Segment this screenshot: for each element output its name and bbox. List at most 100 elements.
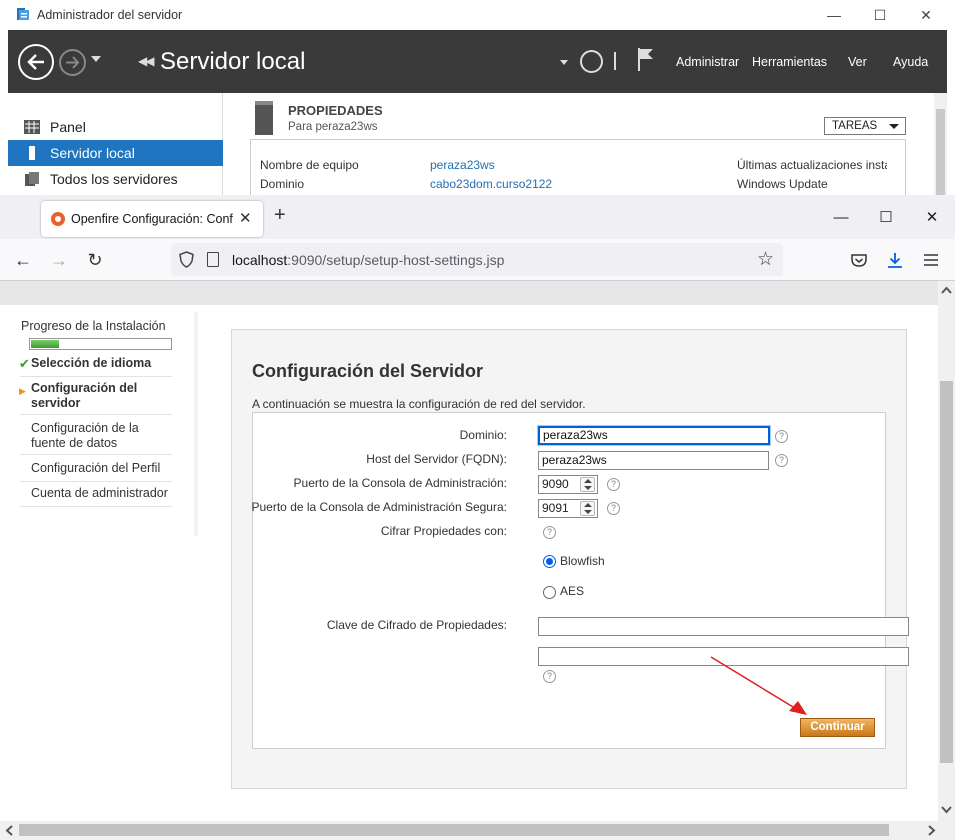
servers-icon [25, 172, 39, 186]
step-fuente-datos[interactable]: Configuración de la fuente de datos [20, 421, 172, 455]
blowfish-label[interactable]: Blowfish [560, 554, 605, 568]
setup-sidebar: Progreso de la Instalación ✔ Selección d… [0, 312, 198, 536]
server-icon [29, 146, 35, 160]
menu-administrar[interactable]: Administrar [676, 55, 739, 69]
spinner-arrows-icon[interactable] [580, 501, 595, 516]
server-manager-icon [17, 8, 29, 20]
back-arrow-icon[interactable] [18, 44, 54, 80]
install-progress-fill [31, 340, 59, 348]
menu-ver[interactable]: Ver [848, 55, 867, 69]
menu-ayuda[interactable]: Ayuda [893, 55, 928, 69]
help-icon[interactable]: ? [543, 526, 556, 539]
host-label: Host del Servidor (FQDN): [366, 452, 507, 466]
forward-icon[interactable]: → [47, 248, 71, 272]
help-icon[interactable]: ? [607, 502, 620, 515]
pocket-icon[interactable] [847, 248, 871, 272]
property-key: Nombre de equipo [260, 158, 359, 172]
sidebar-item-label: Servidor local [50, 145, 135, 161]
notifications-flag-icon[interactable] [636, 46, 656, 72]
install-progress-bar [29, 338, 172, 350]
page-horizontal-scrollbar[interactable] [0, 821, 955, 840]
scroll-up-arrow-icon[interactable] [941, 286, 952, 294]
properties-scrollbar-thumb[interactable] [936, 109, 945, 200]
openfire-favicon-icon [51, 212, 65, 226]
horizontal-scrollbar-thumb[interactable] [19, 824, 889, 836]
url-text[interactable]: localhost:9090/setup/setup-host-settings… [232, 252, 504, 268]
tasks-dropdown[interactable]: TAREAS [824, 117, 906, 135]
sidebar-item-todos-servidores[interactable]: Todos los servidores [8, 166, 223, 192]
browser-close-button[interactable]: ✕ [909, 203, 955, 231]
step-configuracion-servidor[interactable]: ▶ Configuración del servidor [19, 381, 172, 415]
hamburger-menu-icon[interactable] [919, 248, 943, 272]
sidebar-item-panel[interactable]: Panel [8, 114, 223, 140]
server-manager-sidebar: Panel Servidor local Todos los servidore… [8, 93, 223, 200]
server-manager-titlebar: Administrador del servidor — ☐ ✕ [0, 0, 955, 30]
new-tab-plus-icon[interactable]: + [274, 204, 286, 227]
reload-icon[interactable]: ↻ [83, 248, 107, 272]
step-configuracion-perfil[interactable]: Configuración del Perfil [20, 461, 172, 482]
aes-label[interactable]: AES [560, 584, 584, 598]
url-bar[interactable]: localhost:9090/setup/setup-host-settings… [171, 243, 783, 276]
help-icon[interactable]: ? [543, 670, 556, 683]
aes-radio[interactable] [543, 586, 556, 599]
step-cuenta-administrador[interactable]: Cuenta de administrador [20, 486, 172, 507]
progress-label: Progreso de la Instalación [21, 319, 166, 333]
scroll-right-arrow-icon[interactable] [928, 825, 936, 836]
secure-port-stepper[interactable]: 9091 [538, 499, 598, 518]
annotation-arrow-icon [710, 656, 807, 715]
page-header-strip [0, 281, 938, 305]
admin-port-value: 9090 [542, 477, 569, 491]
back-icon[interactable]: ← [11, 248, 35, 272]
page-info-icon[interactable] [207, 252, 219, 267]
properties-section: PROPIEDADES Para peraza23ws TAREAS Nombr… [224, 93, 947, 200]
spinner-arrows-icon[interactable] [580, 477, 595, 492]
help-icon[interactable]: ? [775, 430, 788, 443]
step-seleccion-idioma[interactable]: ✔ Selección de idioma [19, 356, 172, 377]
computer-name-link[interactable]: peraza23ws [430, 158, 495, 172]
properties-title: PROPIEDADES [288, 103, 383, 118]
close-button[interactable]: ✕ [903, 0, 949, 30]
maximize-button[interactable]: ☐ [857, 0, 903, 30]
dropdown-icon[interactable] [560, 60, 568, 65]
downloads-icon[interactable] [883, 248, 907, 272]
step-label: Configuración del servidor [31, 381, 138, 410]
domain-input[interactable]: peraza23ws [538, 426, 770, 445]
refresh-icon[interactable] [580, 50, 603, 73]
blowfish-radio[interactable] [543, 555, 556, 568]
domain-link[interactable]: cabo23dom.curso2122 [430, 177, 552, 191]
help-icon[interactable]: ? [607, 478, 620, 491]
encryption-key-input[interactable] [538, 617, 909, 636]
browser-minimize-button[interactable]: — [818, 203, 864, 231]
server-manager-title: Administrador del servidor [37, 8, 183, 22]
forward-arrow-icon[interactable] [59, 49, 86, 76]
tab-bar: Openfire Configuración: Confi ✕ + — ☐ ✕ [0, 195, 955, 239]
tab-close-icon[interactable]: ✕ [239, 209, 252, 227]
server-settings-form: Dominio: peraza23ws ? Host del Servidor … [251, 412, 909, 749]
menu-herramientas[interactable]: Herramientas [752, 55, 827, 69]
bookmark-star-icon[interactable]: ☆ [757, 248, 774, 271]
help-icon[interactable]: ? [775, 454, 788, 467]
tracking-shield-icon[interactable] [179, 251, 194, 268]
continue-button[interactable]: Continuar [800, 718, 875, 737]
history-dropdown-icon[interactable] [91, 56, 101, 62]
vertical-scrollbar-thumb[interactable] [940, 381, 953, 763]
scroll-down-arrow-icon[interactable] [941, 806, 952, 814]
page-content: Progreso de la Instalación ✔ Selección d… [0, 281, 938, 821]
setup-sidebar-inner: Progreso de la Instalación ✔ Selección d… [0, 312, 194, 536]
step-label: Configuración de la fuente de datos [31, 421, 139, 450]
host-input[interactable]: peraza23ws [538, 451, 769, 470]
domain-label: Dominio: [459, 428, 507, 442]
tab-openfire[interactable]: Openfire Configuración: Confi ✕ [41, 201, 263, 237]
setup-main-panel: Configuración del Servidor A continuació… [231, 329, 909, 789]
minimize-button[interactable]: — [811, 0, 857, 30]
scroll-left-arrow-icon[interactable] [5, 825, 13, 836]
admin-port-label: Puerto de la Consola de Administración: [293, 476, 507, 490]
browser-maximize-button[interactable]: ☐ [863, 203, 909, 231]
server-manager-window: Administrador del servidor — ☐ ✕ ◀◀ Serv… [0, 0, 955, 200]
secure-port-label: Puerto de la Consola de Administración S… [251, 500, 508, 514]
page-vertical-scrollbar[interactable] [938, 281, 955, 821]
sidebar-item-servidor-local[interactable]: Servidor local [8, 140, 223, 166]
admin-port-stepper[interactable]: 9090 [538, 475, 598, 494]
sidebar-item-label: Panel [50, 119, 86, 135]
url-path: :9090/setup/setup-host-settings.jsp [287, 252, 505, 268]
